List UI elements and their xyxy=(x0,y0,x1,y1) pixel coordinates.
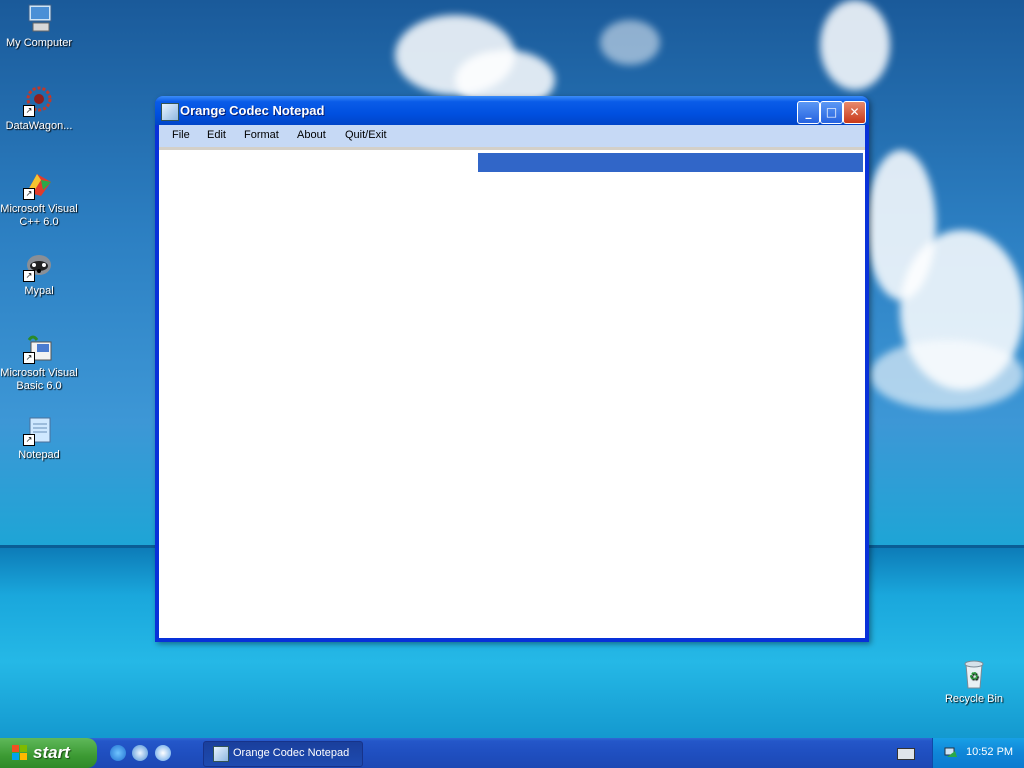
desktop-icon-visual-cpp[interactable]: ↗ Microsoft Visual C++ 6.0 xyxy=(0,168,78,229)
close-button[interactable]: ✕ xyxy=(843,101,866,124)
mypal-icon: ↗ xyxy=(23,250,55,282)
datawagon-icon: ↗ xyxy=(23,85,55,117)
menu-format[interactable]: Format xyxy=(244,129,279,141)
minimize-button[interactable]: _ xyxy=(797,101,820,124)
shortcut-arrow-icon: ↗ xyxy=(23,188,35,200)
notepad-icon: ↗ xyxy=(23,414,55,446)
shortcut-arrow-icon: ↗ xyxy=(23,434,35,446)
system-tray: 10:52 PM xyxy=(932,738,1024,768)
recycle-bin-icon: ♻ xyxy=(958,658,990,690)
shortcut-arrow-icon: ↗ xyxy=(23,352,35,364)
keyboard-icon[interactable] xyxy=(897,748,915,760)
selection-highlight xyxy=(478,153,863,172)
app-icon xyxy=(161,103,179,121)
desktop-icon-label: Mypal xyxy=(24,285,54,297)
menu-about[interactable]: About xyxy=(297,129,326,141)
menu-quit-exit[interactable]: Quit/Exit xyxy=(345,129,387,141)
shortcut-arrow-icon: ↗ xyxy=(23,105,35,117)
taskbar-window-label: Orange Codec Notepad xyxy=(233,747,350,759)
desktop-icon-visual-basic[interactable]: ↗ Microsoft Visual Basic 6.0 xyxy=(0,332,78,393)
desktop-icon-recycle-bin[interactable]: ♻ Recycle Bin xyxy=(935,658,1013,706)
windows-flag-icon xyxy=(12,745,28,761)
clock[interactable]: 10:52 PM xyxy=(966,746,1013,758)
menu-file[interactable]: File xyxy=(172,129,190,141)
internet-explorer-icon[interactable] xyxy=(110,745,126,761)
menu-bar: File Edit Format About Quit/Exit xyxy=(159,125,865,147)
cloud xyxy=(600,20,660,65)
desktop-icon-label: DataWagon... xyxy=(5,120,73,132)
text-editor-area[interactable] xyxy=(159,147,865,638)
desktop-icon-datawagon[interactable]: ↗ DataWagon... xyxy=(0,85,78,133)
title-bar[interactable]: Orange Codec Notepad _ □ ✕ xyxy=(155,96,869,125)
start-label: start xyxy=(33,743,70,762)
maximize-icon: □ xyxy=(825,105,838,119)
desktop-icon-label: Recycle Bin xyxy=(944,693,1004,705)
desktop-icon-mypal[interactable]: ↗ Mypal xyxy=(0,250,78,298)
cloud xyxy=(870,340,1024,410)
desktop-icon-label: Microsoft Visual Basic 6.0 xyxy=(0,367,78,392)
svg-text:♻: ♻ xyxy=(969,670,979,683)
cloud xyxy=(820,0,890,90)
desktop-icon-notepad[interactable]: ↗ Notepad xyxy=(0,414,78,462)
outlook-express-icon[interactable] xyxy=(132,745,148,761)
desktop-icon-label: My Computer xyxy=(5,37,73,49)
desktop-icon-label: Microsoft Visual C++ 6.0 xyxy=(0,203,78,228)
notepad-window: Orange Codec Notepad _ □ ✕ File Edit For… xyxy=(155,96,869,642)
network-icon[interactable] xyxy=(943,745,959,761)
shortcut-arrow-icon: ↗ xyxy=(23,270,35,282)
start-button[interactable]: start xyxy=(0,738,97,768)
close-icon: ✕ xyxy=(849,105,860,119)
visual-cpp-icon: ↗ xyxy=(23,168,55,200)
desktop-icon-label: Notepad xyxy=(18,449,60,461)
visual-basic-icon: ↗ xyxy=(23,332,55,364)
menu-edit[interactable]: Edit xyxy=(207,129,226,141)
media-player-icon[interactable] xyxy=(155,745,171,761)
window-title: Orange Codec Notepad xyxy=(180,103,325,118)
app-icon xyxy=(213,746,229,762)
maximize-button[interactable]: □ xyxy=(820,101,843,124)
desktop-icon-my-computer[interactable]: My Computer xyxy=(0,2,78,50)
taskbar: start Orange Codec Notepad 10:52 PM xyxy=(0,738,1024,768)
taskbar-window-button[interactable]: Orange Codec Notepad xyxy=(203,741,363,767)
minimize-icon: _ xyxy=(805,105,812,119)
computer-icon xyxy=(23,2,55,34)
